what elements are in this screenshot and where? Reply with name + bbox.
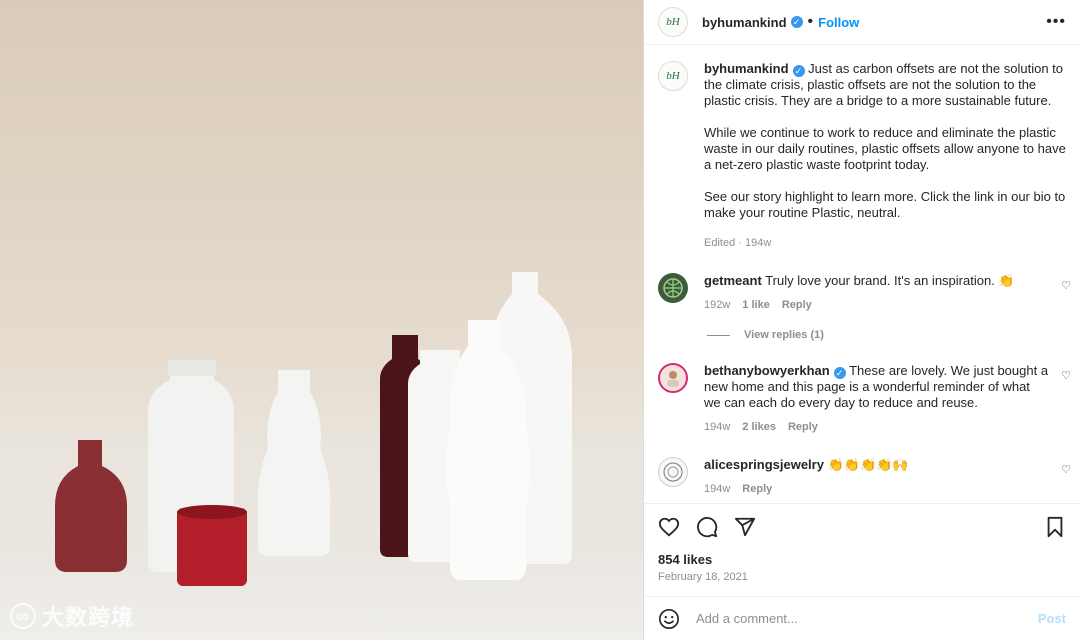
- comment-meta: 194w 2 likes Reply: [704, 419, 1049, 435]
- person-photo-icon: [667, 371, 679, 387]
- comment-text-line: bethanybowyerkhan ✓ These are lovely. We …: [704, 363, 1049, 411]
- post-header: bH byhumankind ✓ • Follow •••: [644, 0, 1080, 45]
- post-actions: 854 likes February 18, 2021: [644, 503, 1080, 596]
- likes-count[interactable]: 854 likes: [658, 552, 1066, 567]
- caption-paragraph: See our story highlight to learn more. C…: [704, 189, 1066, 220]
- view-replies-label: View replies (1): [744, 329, 824, 341]
- bookmark-save-icon[interactable]: [1044, 516, 1066, 538]
- watermark: ∞ 大数跨境: [10, 600, 134, 632]
- comment-age: 192w: [704, 299, 731, 311]
- share-send-icon[interactable]: [734, 516, 756, 538]
- caption-paragraph: While we continue to work to reduce and …: [704, 125, 1066, 172]
- account-username[interactable]: byhumankind: [702, 15, 787, 30]
- reply-button[interactable]: Reply: [788, 419, 818, 435]
- emoji-picker-icon[interactable]: [658, 608, 680, 630]
- follow-button[interactable]: Follow: [818, 15, 859, 30]
- action-icons-row: [658, 514, 1066, 540]
- comment-composer: Post: [644, 596, 1080, 640]
- watermark-text: 大数跨境: [42, 605, 135, 630]
- post-comment-button[interactable]: Post: [1038, 611, 1066, 626]
- comment-username[interactable]: alicespringsjewelry: [704, 457, 824, 472]
- caption-paragraph: byhumankind ✓ Just as carbon offsets are …: [704, 61, 1063, 108]
- comments-scroll-area[interactable]: bH byhumankind ✓ Just as carbon offsets a…: [644, 45, 1080, 503]
- comment-like-heart-icon[interactable]: ♡: [1061, 369, 1071, 382]
- view-replies-button[interactable]: View replies (1): [707, 329, 1066, 341]
- post-viewer: ∞ 大数跨境 bH byhumankind ✓ • Follow ••• bH …: [0, 0, 1080, 640]
- post-side-panel: bH byhumankind ✓ • Follow ••• bH byhuman…: [643, 0, 1080, 640]
- post-image[interactable]: ∞ 大数跨境: [0, 0, 643, 640]
- verified-badge-icon: ✓: [790, 16, 803, 28]
- comment-text: 👏👏👏👏🙌: [827, 457, 909, 472]
- reply-button[interactable]: Reply: [782, 297, 812, 313]
- comment-meta: 192w 1 like Reply: [704, 297, 1049, 313]
- comment-bubble-icon[interactable]: [696, 516, 718, 538]
- comment-username[interactable]: bethanybowyerkhan: [704, 363, 830, 378]
- verified-badge-icon: ✓: [792, 65, 805, 77]
- separator-dot: •: [807, 13, 814, 30]
- caption: bH byhumankind ✓ Just as carbon offsets a…: [658, 61, 1066, 251]
- globe-icon: [663, 278, 683, 298]
- like-heart-icon[interactable]: [658, 516, 680, 538]
- account-avatar[interactable]: bH: [658, 7, 688, 37]
- verified-badge-icon: ✓: [833, 367, 846, 379]
- comment-like-heart-icon[interactable]: ♡: [1061, 463, 1071, 476]
- comment-age: 194w: [704, 421, 731, 433]
- comment-item: getmeant Truly love your brand. It's an …: [658, 273, 1071, 313]
- commenter-avatar[interactable]: [658, 363, 688, 393]
- watermark-logo-icon: ∞: [10, 603, 36, 629]
- comment-age: 194w: [704, 483, 731, 495]
- comment-input[interactable]: [694, 610, 1038, 627]
- more-options-icon[interactable]: •••: [1046, 13, 1066, 31]
- reply-button[interactable]: Reply: [742, 481, 772, 497]
- comment-meta: 194w Reply: [704, 481, 1049, 497]
- caption-username[interactable]: byhumankind: [704, 61, 789, 76]
- comment-text: Truly love your brand. It's an inspirati…: [765, 273, 1015, 288]
- caption-avatar[interactable]: bH: [658, 61, 688, 91]
- comment-item: alicespringsjewelry 👏👏👏👏🙌 194w Reply ♡: [658, 457, 1071, 497]
- comment-likes[interactable]: 1 like: [742, 297, 770, 313]
- comment-likes[interactable]: 2 likes: [742, 419, 776, 435]
- comment-like-heart-icon[interactable]: ♡: [1061, 279, 1071, 292]
- bottles-illustration: [55, 272, 572, 586]
- seal-logo-icon: [663, 462, 683, 482]
- comment-item: bethanybowyerkhan ✓ These are lovely. We …: [658, 363, 1071, 435]
- commenter-avatar[interactable]: [658, 273, 688, 303]
- replies-divider-line: [707, 334, 730, 336]
- post-date: February 18, 2021: [658, 571, 748, 583]
- comment-text-line: getmeant Truly love your brand. It's an …: [704, 273, 1049, 289]
- comment-text-line: alicespringsjewelry 👏👏👏👏🙌: [704, 457, 1049, 473]
- caption-meta: Edited · 194w: [704, 237, 772, 249]
- comment-username[interactable]: getmeant: [704, 273, 762, 288]
- commenter-avatar[interactable]: [658, 457, 688, 487]
